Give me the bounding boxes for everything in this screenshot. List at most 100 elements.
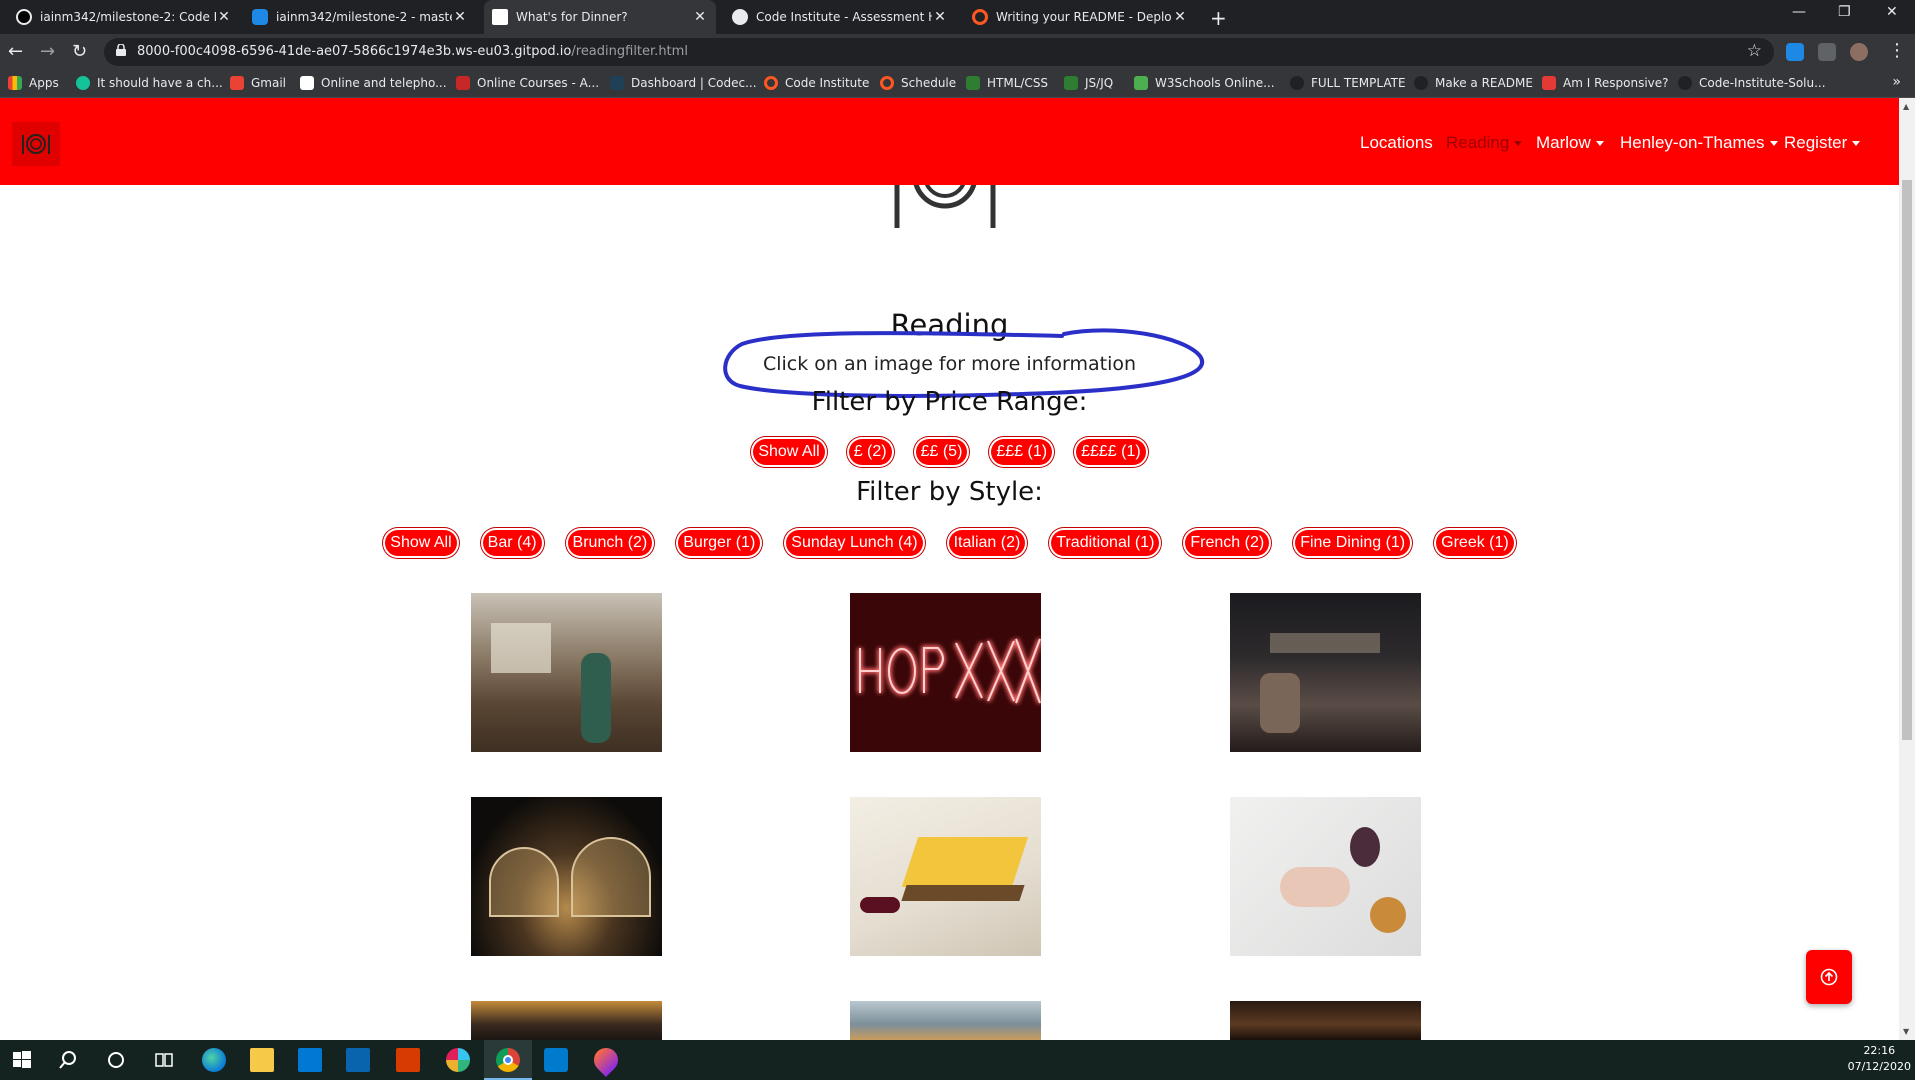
nav-register-dropdown[interactable]: Register xyxy=(1784,133,1861,153)
restaurant-image-pub[interactable] xyxy=(1230,593,1421,752)
edge-icon[interactable] xyxy=(202,1048,226,1072)
style-filter-brunch[interactable]: Brunch (2) xyxy=(567,530,653,556)
more-bookmarks-icon[interactable]: » xyxy=(1892,74,1901,90)
bookmark-item[interactable]: FULL TEMPLATE xyxy=(1290,76,1406,90)
vscode-icon[interactable] xyxy=(544,1048,568,1072)
search-icon[interactable] xyxy=(56,1048,80,1072)
cortana-icon[interactable] xyxy=(104,1048,128,1072)
price-filter-heading: Filter by Price Range: xyxy=(811,387,1088,417)
restaurant-image-cheesecake[interactable] xyxy=(850,797,1041,956)
bookmark-item[interactable]: Make a README xyxy=(1414,76,1533,90)
nav-locations[interactable]: Locations xyxy=(1360,133,1433,153)
style-filter-bar[interactable]: Bar (4) xyxy=(482,530,542,556)
style-filter-greek[interactable]: Greek (1) xyxy=(1436,530,1514,556)
lock-icon xyxy=(116,44,126,56)
browser-tab[interactable]: iainm342/milestone-2 - master ✕ xyxy=(244,0,476,34)
bookmark-gmail[interactable]: Gmail xyxy=(230,76,286,90)
close-tab-icon[interactable]: ✕ xyxy=(216,9,232,25)
windows-start-icon[interactable] xyxy=(10,1048,34,1072)
gitpod-extension-icon[interactable] xyxy=(1786,43,1804,61)
price-filter-1[interactable]: £ (2) xyxy=(848,439,892,465)
bookmark-item[interactable]: HTML/CSS xyxy=(966,76,1048,90)
price-filter-3[interactable]: £££ (1) xyxy=(991,439,1053,465)
price-filter-all[interactable]: Show All xyxy=(753,439,825,465)
new-tab-icon[interactable]: + xyxy=(1210,6,1227,30)
extensions-puzzle-icon[interactable] xyxy=(1818,43,1836,61)
restaurant-image-bar[interactable] xyxy=(1230,1001,1421,1040)
file-explorer-icon[interactable] xyxy=(250,1048,274,1072)
back-to-top-button[interactable] xyxy=(1806,950,1852,1004)
style-filter-traditional[interactable]: Traditional (1) xyxy=(1051,530,1160,556)
scrollbar-thumb[interactable] xyxy=(1902,180,1912,740)
bookmark-item[interactable]: Code-Institute-Solu... xyxy=(1678,76,1826,90)
scroll-up-icon[interactable]: ▲ xyxy=(1903,102,1909,111)
restaurant-image-fine-dining[interactable] xyxy=(1230,797,1421,956)
bookmark-item[interactable]: Schedule xyxy=(880,76,956,90)
scroll-down-icon[interactable]: ▼ xyxy=(1903,1027,1909,1036)
forward-icon[interactable]: → xyxy=(40,41,55,62)
price-filter-4[interactable]: ££££ (1) xyxy=(1076,439,1146,465)
code-institute-icon xyxy=(880,76,894,90)
style-filter-fine-dining[interactable]: Fine Dining (1) xyxy=(1295,530,1411,556)
office-icon[interactable] xyxy=(396,1048,420,1072)
taskbar-chrome-active[interactable] xyxy=(484,1040,532,1080)
price-filter-buttons: Show All £ (2) ££ (5) £££ (1) ££££ (1) xyxy=(0,439,1899,465)
browser-tab[interactable]: Writing your README - Deploym ✕ xyxy=(964,0,1196,34)
bookmark-item[interactable]: Online and telepho... xyxy=(300,76,447,90)
style-filter-sunday-lunch[interactable]: Sunday Lunch (4) xyxy=(786,530,923,556)
page-scrollbar[interactable]: ▲ ▼ xyxy=(1899,98,1915,1040)
address-bar[interactable]: 8000-f00c4098-6596-41de-ae07-5866c1974e3… xyxy=(104,38,1774,66)
nav-henley-dropdown[interactable]: Henley-on-Thames xyxy=(1620,133,1778,153)
profile-avatar[interactable] xyxy=(1850,43,1868,61)
bookmark-item[interactable]: It should have a ch... xyxy=(76,76,223,90)
brand-logo-link[interactable] xyxy=(12,122,60,166)
github-icon xyxy=(1290,76,1304,90)
close-tab-icon[interactable]: ✕ xyxy=(1172,9,1188,25)
system-clock[interactable]: 22:16 07/12/2020 xyxy=(1848,1043,1911,1075)
instruction-text: Click on an image for more information xyxy=(762,353,1137,375)
style-filter-all[interactable]: Show All xyxy=(385,530,457,556)
restaurant-image-platter[interactable] xyxy=(850,1001,1041,1040)
bookmark-item[interactable]: JS/JQ xyxy=(1064,76,1113,90)
style-filter-burger[interactable]: Burger (1) xyxy=(678,530,761,556)
browser-tab[interactable]: iainm342/milestone-2: Code Insti ✕ xyxy=(8,0,240,34)
close-tab-icon[interactable]: ✕ xyxy=(452,9,468,25)
restaurant-image-cafe[interactable] xyxy=(471,593,662,752)
bookmark-star-icon[interactable]: ☆ xyxy=(1747,41,1762,61)
droplet-app-icon[interactable] xyxy=(589,1043,623,1077)
gmail-icon xyxy=(230,76,244,90)
reload-icon[interactable]: ↻ xyxy=(72,41,87,62)
menu-kebab-icon[interactable]: ⋮ xyxy=(1888,40,1906,61)
close-window-icon[interactable]: ✕ xyxy=(1886,4,1898,20)
nav-reading-dropdown[interactable]: Reading xyxy=(1446,133,1523,153)
restaurant-image-neon-sign[interactable] xyxy=(850,593,1041,752)
restore-icon[interactable]: ❐ xyxy=(1838,4,1851,20)
page-viewport: Locations Reading Marlow Henley-on-Thame… xyxy=(0,98,1899,1040)
store-icon[interactable] xyxy=(298,1048,322,1072)
windows-taskbar: 22:16 07/12/2020 xyxy=(0,1040,1915,1080)
bookmark-item[interactable]: Online Courses - A... xyxy=(456,76,599,90)
back-icon[interactable]: ← xyxy=(8,41,23,62)
bookmark-item[interactable]: Am I Responsive? xyxy=(1542,76,1669,90)
fd-icon xyxy=(300,76,314,90)
minimize-icon[interactable]: — xyxy=(1792,4,1806,20)
bookmark-apps[interactable]: Apps xyxy=(8,76,59,90)
slack-icon[interactable] xyxy=(446,1048,470,1072)
browser-tab-active[interactable]: What's for Dinner? ✕ xyxy=(484,0,716,34)
style-filter-italian[interactable]: Italian (2) xyxy=(948,530,1026,556)
price-filter-2[interactable]: ££ (5) xyxy=(915,439,968,465)
clock-time: 22:16 xyxy=(1863,1044,1896,1057)
style-filter-french[interactable]: French (2) xyxy=(1185,530,1270,556)
bookmark-item[interactable]: W3Schools Online... xyxy=(1134,76,1275,90)
restaurant-image-kitchen[interactable] xyxy=(471,1001,662,1040)
browser-tab[interactable]: Code Institute - Assessment Han ✕ xyxy=(724,0,956,34)
mail-icon[interactable] xyxy=(346,1048,370,1072)
caret-down-icon xyxy=(1595,141,1604,147)
nav-marlow-dropdown[interactable]: Marlow xyxy=(1536,133,1604,153)
task-view-icon[interactable] xyxy=(152,1048,176,1072)
close-tab-icon[interactable]: ✕ xyxy=(692,9,708,25)
close-tab-icon[interactable]: ✕ xyxy=(932,9,948,25)
restaurant-image-igloos[interactable] xyxy=(471,797,662,956)
bookmark-item[interactable]: Dashboard | Codec... xyxy=(610,76,757,90)
bookmark-item[interactable]: Code Institute xyxy=(764,76,869,90)
